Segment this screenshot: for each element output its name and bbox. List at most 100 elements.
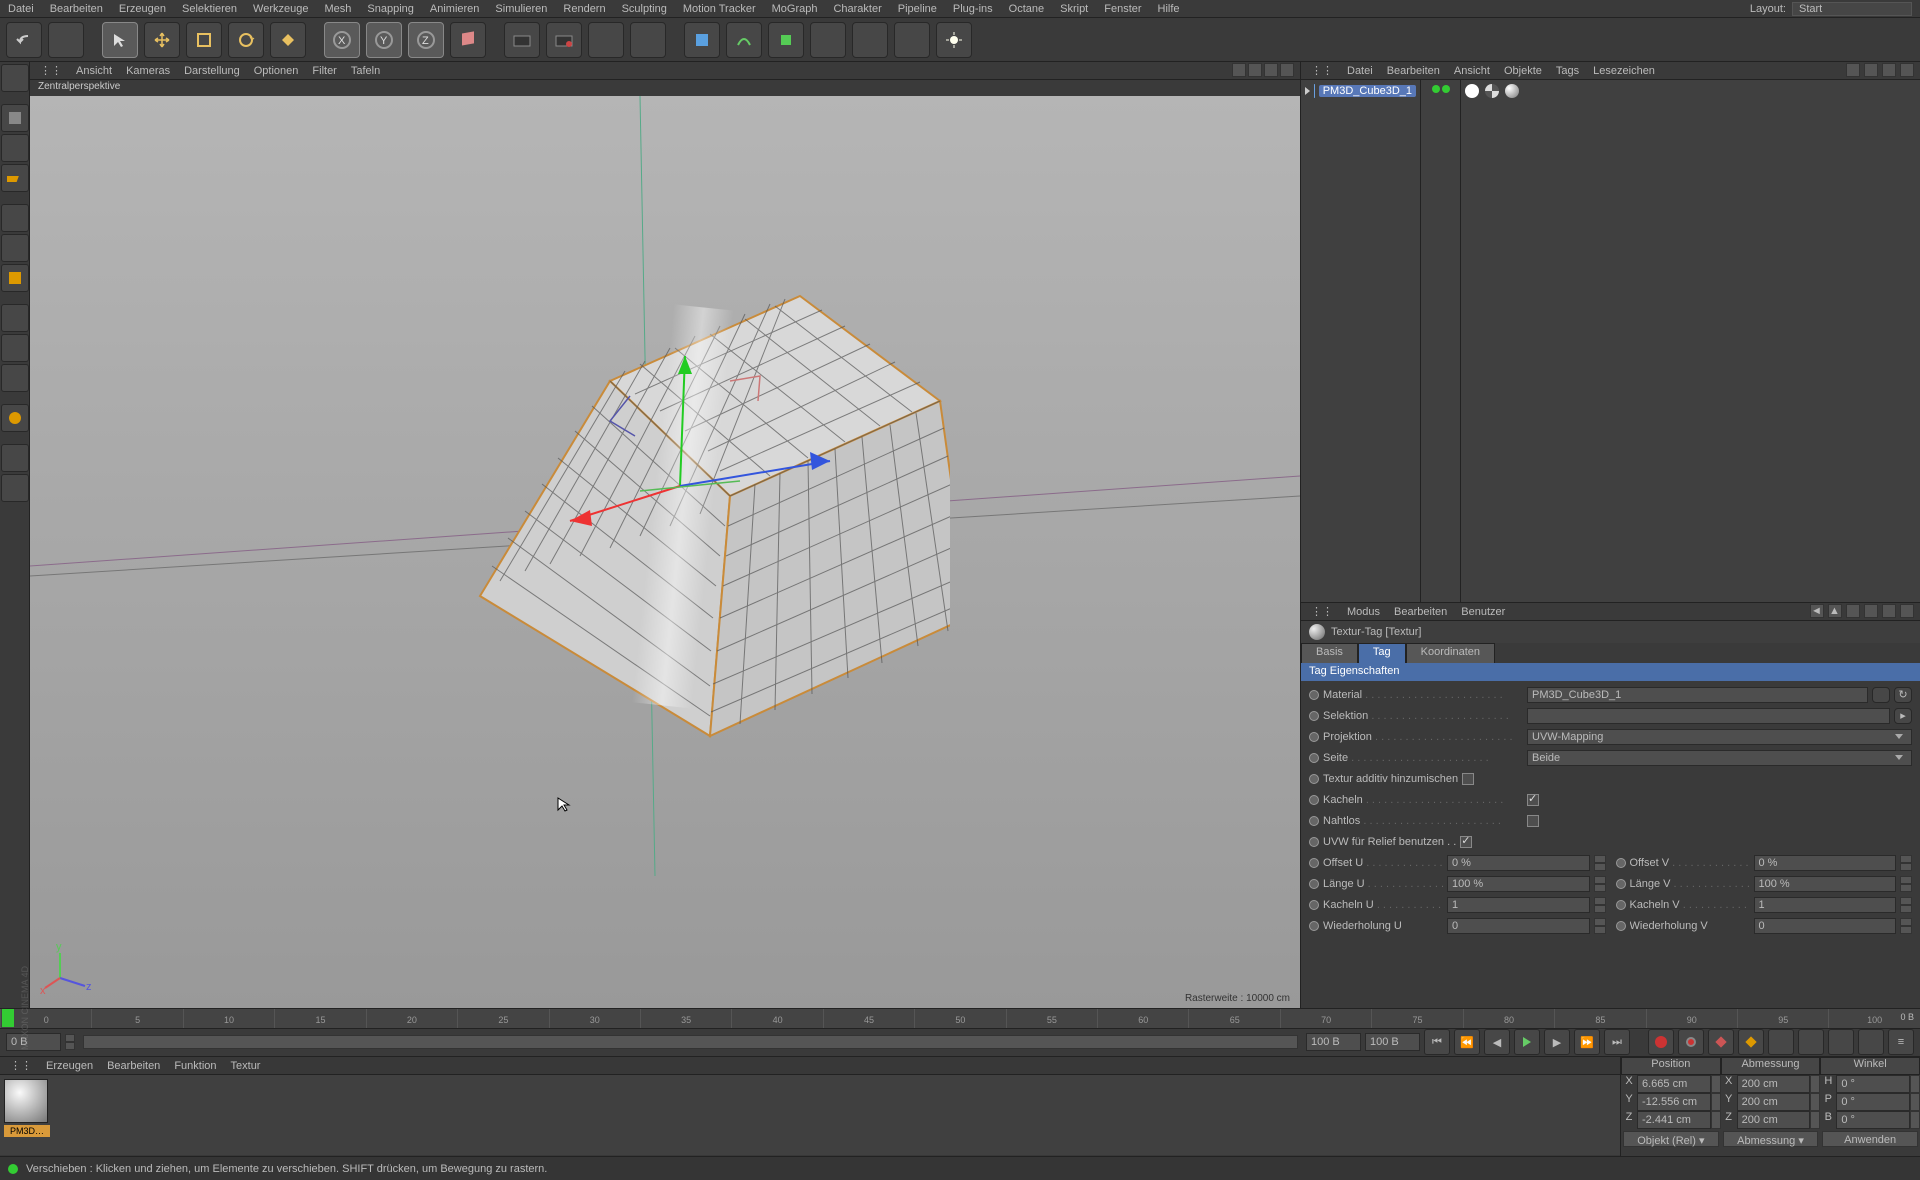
apply-button[interactable]: Anwenden [1822,1131,1918,1147]
obj-menu-item[interactable]: Tags [1556,65,1579,77]
render-region-button[interactable] [588,22,624,58]
obj-menu-icon[interactable] [1900,63,1914,77]
main-menu-item[interactable]: Plug-ins [953,3,993,15]
obj-menu-item[interactable]: Ansicht [1454,65,1490,77]
material-slot[interactable]: PM3D… [4,1079,50,1151]
side-dropdown[interactable]: Beide [1527,750,1912,766]
offset-v-field[interactable]: 0 % [1754,855,1897,871]
seamless-checkbox[interactable] [1527,815,1539,827]
render-view-button[interactable] [504,22,540,58]
mat-menu-item[interactable]: Funktion [174,1060,216,1072]
mat-menu-item[interactable]: Bearbeiten [107,1060,160,1072]
material-preview-icon[interactable] [4,1079,48,1123]
goto-start-button[interactable]: ⏮ [1424,1029,1450,1055]
viewport-menu-item[interactable]: Optionen [254,65,299,77]
vp-maximize-icon[interactable] [1280,63,1294,77]
add-camera-button[interactable] [894,22,930,58]
attr-tab[interactable]: Basis [1301,643,1358,663]
make-editable-button[interactable] [1,64,29,92]
attr-search-icon[interactable] [1846,604,1860,618]
visibility-editor-icon[interactable] [1432,85,1440,93]
add-generator-button[interactable] [768,22,804,58]
rotate-tool[interactable] [228,22,264,58]
coord-system-button[interactable] [450,22,486,58]
main-menu-item[interactable]: Hilfe [1158,3,1180,15]
uvw-tag-icon[interactable] [1485,84,1499,98]
material-clear-icon[interactable]: ↻ [1894,687,1912,703]
scale-tool[interactable] [186,22,222,58]
expand-icon[interactable] [1305,87,1310,95]
repeat-u-field[interactable]: 0 [1447,918,1590,934]
point-mode-button[interactable] [1,204,29,232]
tiles-u-field[interactable]: 1 [1447,897,1590,913]
attr-back-icon[interactable]: ◄ [1810,604,1824,618]
add-primitive-button[interactable] [684,22,720,58]
texture-mode-button[interactable] [1,134,29,162]
key-pla-button[interactable] [1858,1029,1884,1055]
visibility-render-icon[interactable] [1442,85,1450,93]
main-menu-item[interactable]: Motion Tracker [683,3,756,15]
material-name-label[interactable]: PM3D… [4,1125,50,1137]
last-tool[interactable] [270,22,306,58]
render-pv-button[interactable] [546,22,582,58]
coord-mode-dropdown[interactable]: Objekt (Rel) ▾ [1623,1131,1719,1147]
add-light-button[interactable] [936,22,972,58]
attr-up-icon[interactable]: ▲ [1828,604,1842,618]
attr-menu-icon[interactable] [1900,604,1914,618]
rot-p-field[interactable]: 0 ° [1836,1093,1910,1111]
viewport-solo-button[interactable] [1,444,29,472]
tweak-button[interactable] [1,404,29,432]
material-manager[interactable]: PM3D… MAXON CINEMA 4D [0,1075,1620,1155]
key-scale-button[interactable] [1768,1029,1794,1055]
main-menu-item[interactable]: Erzeugen [119,3,166,15]
projection-dropdown[interactable]: UVW-Mapping [1527,729,1912,745]
frame-start-field[interactable]: 0 B [6,1033,61,1051]
additive-checkbox[interactable] [1462,773,1474,785]
viewport-3d[interactable]: y z x Rasterweite : 10000 cm [30,96,1300,1008]
attr-tab[interactable]: Koordinaten [1406,643,1495,663]
obj-menu-item[interactable]: Objekte [1504,65,1542,77]
selection-pick-icon[interactable]: ▸ [1894,708,1912,724]
timeline-ruler[interactable]: 0510152025303540455055606570758085909510… [0,1009,1920,1029]
main-menu-item[interactable]: Charakter [833,3,881,15]
main-menu-item[interactable]: Sculpting [622,3,667,15]
vp-zoom-icon[interactable] [1248,63,1262,77]
locks-button[interactable] [1,474,29,502]
record-button[interactable] [1648,1029,1674,1055]
obj-menu-item[interactable]: Lesezeichen [1593,65,1655,77]
main-menu-item[interactable]: Fenster [1104,3,1141,15]
main-menu-item[interactable]: Mesh [324,3,351,15]
main-menu-item[interactable]: Simulieren [495,3,547,15]
goto-nextkey-button[interactable]: ⏩ [1574,1029,1600,1055]
key-rot-button[interactable] [1798,1029,1824,1055]
rot-b-field[interactable]: 0 ° [1836,1111,1910,1129]
attr-lock-icon[interactable] [1864,604,1878,618]
add-deformer-button[interactable] [810,22,846,58]
main-menu-item[interactable]: Pipeline [898,3,937,15]
viewport-menu-item[interactable]: Filter [312,65,336,77]
length-u-field[interactable]: 100 % [1447,876,1590,892]
mat-menu-item[interactable]: Erzeugen [46,1060,93,1072]
obj-menu-item[interactable]: Datei [1347,65,1373,77]
mat-menu-item[interactable]: Textur [231,1060,261,1072]
tile-checkbox[interactable] [1527,794,1539,806]
material-pick-icon[interactable] [1872,687,1890,703]
edge-mode-button[interactable] [1,234,29,262]
main-menu-item[interactable]: Werkzeuge [253,3,308,15]
timeline-range-bar[interactable] [83,1035,1298,1049]
pos-z-field[interactable]: -2.441 cm [1637,1111,1711,1129]
object-tree-item[interactable]: PM3D_Cube3D_1 [1305,82,1416,100]
main-menu-item[interactable]: Bearbeiten [50,3,103,15]
key-options-button[interactable]: ≡ [1888,1029,1914,1055]
size-y-field[interactable]: 200 cm [1737,1093,1811,1111]
live-select-tool[interactable] [102,22,138,58]
axis-mode-button[interactable] [1,304,29,332]
soft-select-button[interactable] [1,364,29,392]
main-menu-item[interactable]: Octane [1009,3,1044,15]
main-menu-item[interactable]: MoGraph [772,3,818,15]
frame-current-field[interactable]: 100 B [1365,1033,1420,1051]
goto-prevkey-button[interactable]: ⏪ [1454,1029,1480,1055]
main-menu-item[interactable]: Animieren [430,3,480,15]
move-tool[interactable] [144,22,180,58]
obj-search-icon[interactable] [1846,63,1860,77]
